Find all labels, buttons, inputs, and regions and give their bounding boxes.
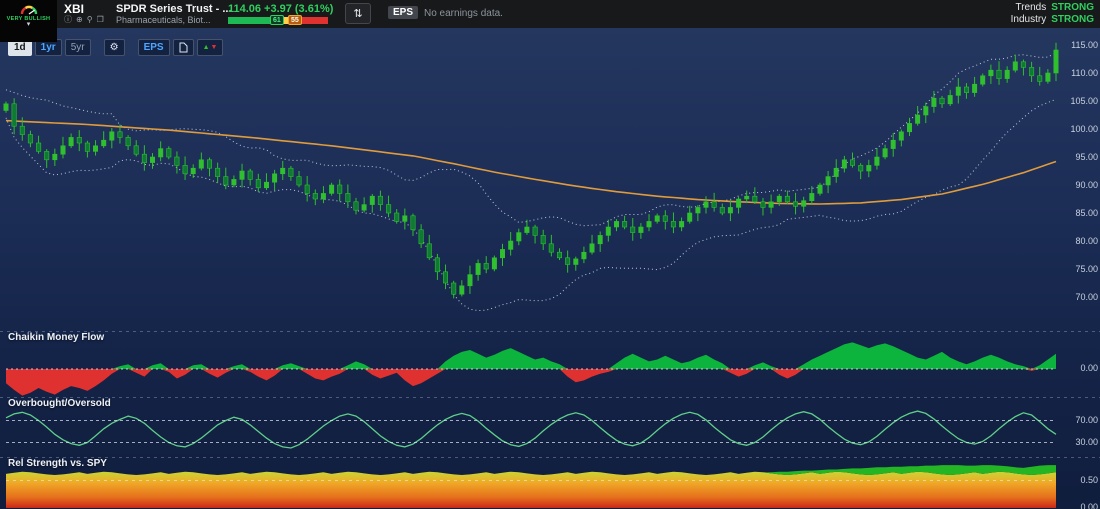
range-5yr-button[interactable]: 5yr — [65, 39, 91, 56]
gauge-icon — [19, 3, 39, 15]
top-bar: XBI ⓘ ⊕ ⚲ ❐ SPDR Series Trust - ... Phar… — [0, 0, 1100, 28]
price-axis-label: 100.00 — [1060, 124, 1098, 134]
price-axis-label: 90.00 — [1060, 180, 1098, 190]
cmf-panel-title: Chaikin Money Flow — [8, 332, 104, 343]
obos-panel-title: Overbought/Oversold — [8, 398, 111, 409]
price-axis-label: 95.00 — [1060, 152, 1098, 162]
trends-value: STRONG — [1051, 2, 1094, 14]
oversold-label: 30.00 — [1060, 437, 1098, 447]
security-industry: Pharmaceuticals, Biot... — [116, 15, 232, 26]
price-axis-label: 105.00 — [1060, 96, 1098, 106]
ticker-symbol: XBI — [64, 2, 104, 16]
power-bar-bearish-segment — [298, 17, 328, 24]
eps-status-text: No earnings data. — [424, 8, 503, 19]
power-gauge-logo[interactable]: VERY BULLISH ▾ — [0, 0, 57, 42]
price-block: 114.06+3.97(3.61%) 61 55 — [228, 3, 348, 24]
eps-overlay-button[interactable]: EPS — [138, 39, 170, 56]
search-icon[interactable]: ⚲ — [87, 16, 93, 24]
compare-button[interactable]: ⇅ — [345, 3, 371, 24]
price-change-pct: (3.61%) — [295, 3, 334, 15]
chaikin-analytics-app: XBI ⓘ ⊕ ⚲ ❐ SPDR Series Trust - ... Phar… — [0, 0, 1100, 509]
up-triangle-icon: ▲ — [203, 44, 210, 51]
ticker-tools: ⓘ ⊕ ⚲ ❐ — [64, 16, 104, 24]
power-bar-neutral-value: 55 — [288, 15, 302, 25]
gear-icon: ⚙ — [110, 42, 119, 53]
price-axis-label: 115.00 — [1060, 40, 1098, 50]
rs-mid-label: 0.50 — [1060, 475, 1098, 485]
last-price: 114.06 — [228, 3, 261, 15]
chevron-down-icon: ▾ — [27, 22, 31, 28]
power-bar[interactable]: 61 55 — [228, 17, 328, 24]
down-triangle-icon: ▼ — [211, 44, 218, 51]
chart-area: 1d 1yr 5yr ⚙ EPS ▲ ▼ Chaikin Money Flow … — [0, 28, 1100, 509]
price-change: +3.97 — [264, 3, 292, 15]
rs-zero-label: 0.00 — [1060, 502, 1098, 509]
price-axis-label: 85.00 — [1060, 208, 1098, 218]
industry-label: Industry — [1011, 14, 1047, 26]
price-line: 114.06+3.97(3.61%) — [228, 3, 348, 15]
eps-badge[interactable]: EPS — [388, 6, 418, 19]
price-axis-label: 75.00 — [1060, 264, 1098, 274]
price-axis-label: 80.00 — [1060, 236, 1098, 246]
power-bar-bull-value: 61 — [270, 15, 284, 25]
trends-label: Trends — [1015, 2, 1046, 14]
add-icon[interactable]: ⊕ — [76, 16, 83, 24]
info-icon[interactable]: ⓘ — [64, 16, 72, 24]
events-button[interactable] — [173, 39, 194, 56]
ticker-block: XBI ⓘ ⊕ ⚲ ❐ — [64, 2, 104, 24]
overbought-label: 70.00 — [1060, 415, 1098, 425]
price-axis-label: 70.00 — [1060, 292, 1098, 302]
price-axis-label: 110.00 — [1060, 68, 1098, 78]
copy-icon[interactable]: ❐ — [97, 16, 104, 24]
trends-block: Trends STRONG Industry STRONG — [1011, 2, 1094, 26]
settings-button[interactable]: ⚙ — [104, 39, 125, 56]
document-icon — [179, 42, 188, 53]
security-title-block: SPDR Series Trust - ... Pharmaceuticals,… — [116, 3, 232, 26]
rs-panel-title: Rel Strength vs. SPY — [8, 458, 107, 469]
cmf-zero-label: 0.00 — [1060, 363, 1098, 373]
chart-canvas[interactable] — [0, 28, 1100, 509]
industry-value: STRONG — [1051, 14, 1094, 26]
signals-button[interactable]: ▲ ▼ — [197, 39, 224, 56]
security-title: SPDR Series Trust - ... — [116, 3, 232, 15]
